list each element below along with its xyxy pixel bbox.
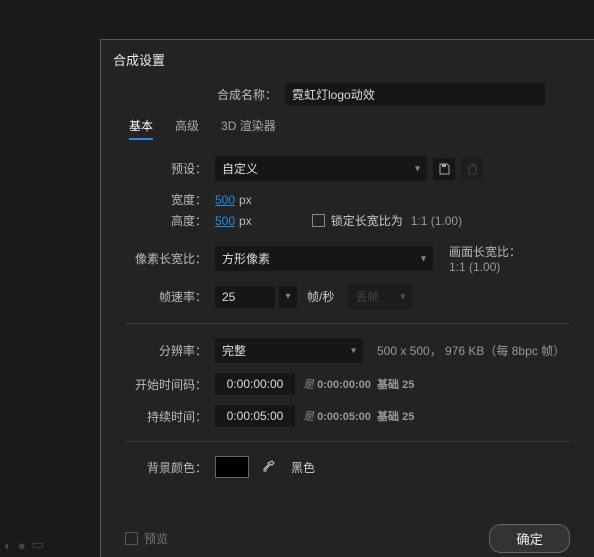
- tabs: 基本 高级 3D 渲染器: [129, 117, 570, 140]
- preset-select[interactable]: 自定义 ▾: [215, 156, 427, 181]
- preset-label: 预设：: [125, 160, 215, 177]
- lock-aspect-ratio: 1:1 (1.00): [411, 214, 462, 228]
- duration-input[interactable]: [215, 405, 295, 427]
- preview-checkbox[interactable]: [125, 532, 138, 545]
- status-icon: ●: [18, 538, 26, 553]
- frame-aspect-label: 画面长宽比：: [449, 243, 521, 260]
- status-icon: ▭: [32, 537, 44, 553]
- fps-label: 帧速率：: [125, 288, 215, 305]
- fps-input[interactable]: [215, 286, 275, 308]
- duration-hint: 是 0:00:05:00 基础 25: [303, 408, 414, 424]
- chevron-down-icon: ▾: [421, 253, 426, 264]
- chevron-down-icon: ▾: [415, 163, 420, 174]
- fps-dropdown-button[interactable]: ▾: [279, 286, 297, 308]
- eyedropper-button[interactable]: [257, 456, 279, 478]
- delete-preset-button[interactable]: [461, 158, 483, 180]
- comp-name-label: 合成名称：: [125, 86, 285, 103]
- start-tc-hint: 是 0:00:00:00 基础 25: [303, 376, 414, 392]
- tab-basic[interactable]: 基本: [129, 117, 153, 140]
- status-icon: ◐: [4, 538, 12, 553]
- height-label: 高度：: [125, 212, 215, 229]
- ok-button[interactable]: 确定: [489, 524, 570, 553]
- width-label: 宽度：: [125, 191, 215, 208]
- app-status-icons: ◐ ● ▭: [4, 537, 44, 553]
- start-tc-input[interactable]: [215, 373, 295, 395]
- chevron-down-icon: ▾: [400, 291, 405, 302]
- composition-settings-dialog: 合成设置 合成名称： 基本 高级 3D 渲染器 预设： 自定义 ▾: [100, 39, 594, 557]
- frame-aspect-value: 1:1 (1.00): [449, 260, 521, 274]
- bgcolor-label: 背景颜色：: [125, 459, 215, 476]
- par-select[interactable]: 方形像素 ▾: [215, 246, 433, 271]
- bgcolor-swatch[interactable]: [215, 456, 249, 478]
- height-value[interactable]: 500: [215, 214, 235, 228]
- bgcolor-name: 黑色: [291, 459, 315, 476]
- comp-name-input[interactable]: [285, 83, 545, 105]
- dialog-title: 合成设置: [101, 40, 594, 79]
- height-unit: px: [239, 214, 252, 228]
- dropframe-select: 丢帧 ▾: [348, 284, 412, 309]
- resolution-select[interactable]: 完整 ▾: [215, 338, 363, 363]
- lock-aspect-checkbox[interactable]: [312, 214, 325, 227]
- duration-label: 持续时间：: [125, 408, 215, 425]
- width-value[interactable]: 500: [215, 193, 235, 207]
- tab-advanced[interactable]: 高级: [175, 117, 199, 140]
- resolution-label: 分辨率：: [125, 342, 215, 359]
- tab-3d-renderer[interactable]: 3D 渲染器: [221, 117, 276, 140]
- fps-unit: 帧/秒: [307, 288, 334, 305]
- save-preset-button[interactable]: [433, 158, 455, 180]
- resolution-info: 500 x 500， 976 KB（每 8bpc 帧）: [377, 342, 565, 359]
- lock-aspect-label: 锁定长宽比为: [331, 212, 403, 229]
- par-label: 像素长宽比：: [125, 250, 215, 267]
- preview-label: 预览: [144, 530, 168, 547]
- chevron-down-icon: ▾: [351, 345, 356, 356]
- width-unit: px: [239, 193, 252, 207]
- start-tc-label: 开始时间码：: [125, 376, 215, 393]
